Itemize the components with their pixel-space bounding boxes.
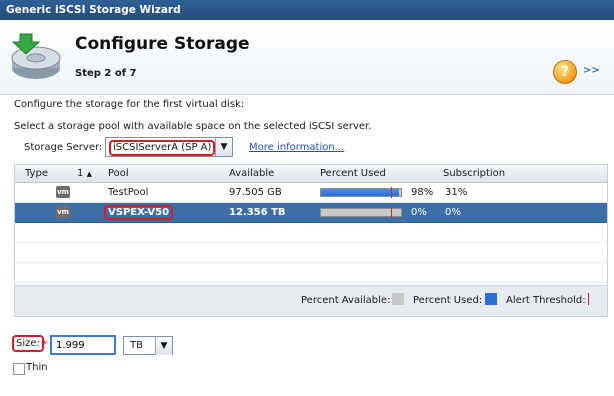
percent-used-fill xyxy=(321,189,400,196)
table-header: Type 1 ▲ Pool Available Percent Used Sub… xyxy=(15,165,607,183)
instruction-line-1: Configure the storage for the first virt… xyxy=(14,99,245,110)
col-available[interactable]: Available xyxy=(229,168,274,179)
subscription-value: 31% xyxy=(445,187,468,198)
usage-legend: Percent Available: Percent Used: Alert T… xyxy=(15,285,607,316)
legend-threshold-label: Alert Threshold: xyxy=(506,295,586,306)
chevron-down-icon[interactable]: ▼ xyxy=(155,337,172,355)
pool-name: TestPool xyxy=(108,187,149,198)
subscription-value: 0% xyxy=(445,207,461,218)
wizard-header: Configure Storage Step 2 of 7 ? >> xyxy=(0,20,614,95)
help-icon[interactable]: ? xyxy=(553,60,577,84)
size-unit-select[interactable]: TB ▼ xyxy=(123,336,173,355)
size-unit-value: TB xyxy=(130,340,143,351)
threshold-swatch xyxy=(588,293,589,305)
window-title: Generic iSCSI Storage Wizard xyxy=(6,4,181,16)
empty-row xyxy=(15,263,607,283)
alert-threshold-marker xyxy=(391,207,392,218)
legend-available-label: Percent Available: xyxy=(301,295,391,306)
more-information-link[interactable]: More information... xyxy=(249,142,344,153)
storage-server-value: iSCSIServerA (SP A) xyxy=(109,140,216,156)
available-swatch xyxy=(392,293,404,305)
col-percent-used[interactable]: Percent Used xyxy=(320,168,386,179)
percent-used-value: 98% xyxy=(411,187,434,198)
available-value: 12.356 TB xyxy=(229,207,286,218)
empty-row xyxy=(15,243,607,263)
instruction-line-2: Select a storage pool with available spa… xyxy=(14,121,372,132)
alert-threshold-marker xyxy=(391,187,392,198)
thin-label: Thin xyxy=(26,362,48,373)
table-row[interactable]: vm TestPool 97.505 GB 98% 31% xyxy=(15,183,607,203)
step-indicator: Step 2 of 7 xyxy=(75,68,137,79)
col-number-label: 1 xyxy=(77,168,84,179)
sort-ascending-icon: ▲ xyxy=(86,170,92,178)
empty-row xyxy=(15,223,607,243)
percent-used-value: 0% xyxy=(411,207,427,218)
storage-disk-icon xyxy=(8,32,64,87)
available-value: 97.505 GB xyxy=(229,187,282,198)
used-swatch xyxy=(485,293,497,305)
required-asterisk-icon: * xyxy=(42,338,48,351)
vm-icon: vm xyxy=(56,206,70,218)
storage-pool-table: Type 1 ▲ Pool Available Percent Used Sub… xyxy=(14,164,608,317)
expand-arrows-icon[interactable]: >> xyxy=(583,65,600,76)
chevron-down-icon[interactable]: ▼ xyxy=(215,138,232,156)
size-label: Size: xyxy=(12,335,44,352)
storage-server-select[interactable]: iSCSIServerA (SP A) ▼ xyxy=(105,137,233,157)
col-pool[interactable]: Pool xyxy=(108,168,129,179)
page-title: Configure Storage xyxy=(75,34,250,54)
table-row-selected[interactable]: vm VSPEX-V50 12.356 TB 0% 0% xyxy=(15,203,607,223)
storage-server-label: Storage Server: xyxy=(24,142,103,153)
size-input[interactable] xyxy=(50,335,116,355)
legend-used-label: Percent Used: xyxy=(413,295,483,306)
vm-icon: vm xyxy=(56,186,70,198)
thin-checkbox[interactable] xyxy=(13,363,25,375)
percent-used-bar xyxy=(320,207,402,218)
percent-used-bar xyxy=(320,187,402,198)
col-type[interactable]: Type xyxy=(25,168,48,179)
col-subscription[interactable]: Subscription xyxy=(443,168,505,179)
col-number[interactable]: 1 ▲ xyxy=(77,168,92,179)
pool-name: VSPEX-V50 xyxy=(104,205,174,220)
window-title-bar: Generic iSCSI Storage Wizard xyxy=(0,0,614,20)
